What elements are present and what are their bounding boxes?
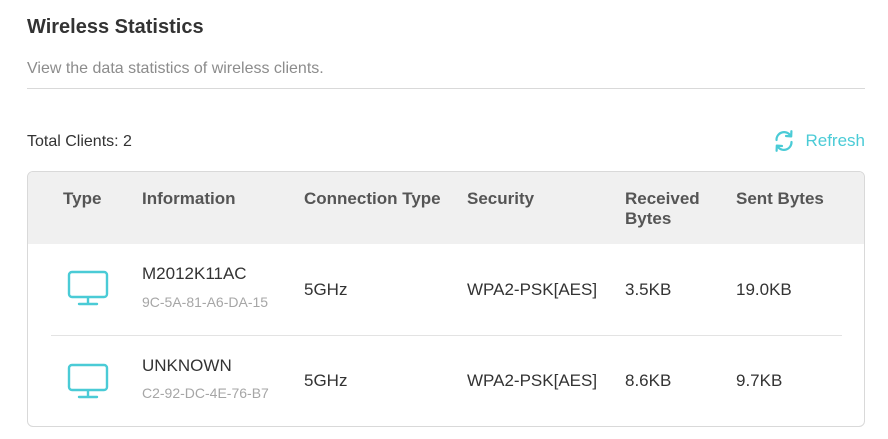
sent-bytes-cell: 9.7KB xyxy=(736,371,783,390)
column-header-received-bytes: Received Bytes xyxy=(625,189,700,229)
client-name: UNKNOWN xyxy=(142,356,232,375)
connection-type-cell: 5GHz xyxy=(304,371,348,390)
column-header-security: Security xyxy=(467,189,535,208)
column-header-received-line1: Received xyxy=(625,189,700,208)
client-mac: C2-92-DC-4E-76-B7 xyxy=(142,385,269,401)
header-divider xyxy=(27,88,865,89)
page-subtitle: View the data statistics of wireless cli… xyxy=(27,60,324,77)
security-cell: WPA2-PSK[AES] xyxy=(467,371,598,390)
client-name: M2012K11AC xyxy=(142,264,247,283)
table-header: Type Information Connection Type Securit… xyxy=(28,172,864,244)
received-bytes-cell: 3.5KB xyxy=(625,280,672,299)
total-clients-label: Total Clients: 2 xyxy=(27,133,132,150)
column-header-information: Information xyxy=(142,189,236,208)
table-row: M2012K11AC 9C-5A-81-A6-DA-15 5GHz WPA2-P… xyxy=(28,244,864,335)
wireless-clients-table: Type Information Connection Type Securit… xyxy=(27,171,865,427)
received-bytes-cell: 8.6KB xyxy=(625,371,672,390)
desktop-icon xyxy=(67,270,109,308)
connection-type-cell: 5GHz xyxy=(304,280,348,299)
column-header-received-line2: Bytes xyxy=(625,209,672,228)
sent-bytes-cell: 19.0KB xyxy=(736,280,792,299)
desktop-icon xyxy=(67,363,109,401)
page-title: Wireless Statistics xyxy=(27,16,204,38)
column-header-connection-type: Connection Type xyxy=(304,189,441,208)
refresh-icon xyxy=(772,129,796,153)
column-header-type: Type xyxy=(63,189,102,208)
table-row: UNKNOWN C2-92-DC-4E-76-B7 5GHz WPA2-PSK[… xyxy=(28,336,864,426)
refresh-button[interactable]: Refresh xyxy=(772,129,865,153)
security-cell: WPA2-PSK[AES] xyxy=(467,280,598,299)
column-header-sent-bytes: Sent Bytes xyxy=(736,189,824,208)
client-mac: 9C-5A-81-A6-DA-15 xyxy=(142,294,269,310)
refresh-label: Refresh xyxy=(805,131,865,150)
